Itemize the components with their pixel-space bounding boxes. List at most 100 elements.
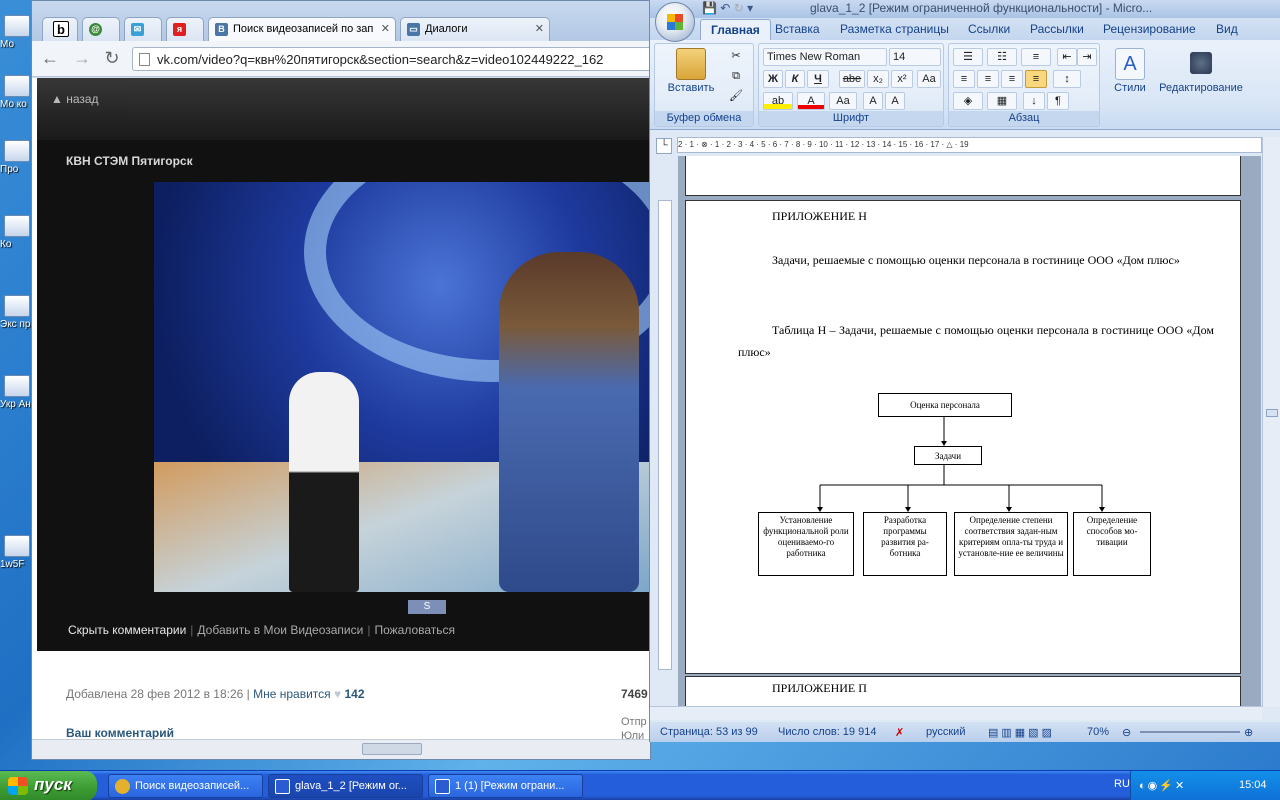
desktop-icon-2[interactable]: Мо ко [0, 75, 34, 110]
clear-format-button[interactable]: Aa [917, 70, 941, 88]
word-horizontal-scrollbar[interactable] [650, 706, 1262, 720]
language-indicator[interactable]: русский [926, 726, 965, 738]
taskbar-chrome[interactable]: Поиск видеозаписей... [108, 774, 263, 798]
zoom-out-icon[interactable]: ⊖ [1122, 726, 1131, 739]
add-to-videos-link[interactable]: Добавить в Мои Видеозаписи [197, 623, 363, 637]
office-button[interactable] [655, 2, 695, 42]
undo-icon[interactable]: ↶ [720, 1, 730, 15]
editing-button[interactable]: Редактирование [1154, 48, 1248, 94]
multilevel-icon[interactable]: ≡ [1021, 48, 1051, 66]
numbering-icon[interactable]: ☷ [987, 48, 1017, 66]
shrink-font-icon[interactable]: A [885, 92, 905, 110]
tab-page-layout[interactable]: Разметка страницы [840, 22, 949, 36]
borders-icon[interactable]: ▦ [987, 92, 1017, 110]
underline-button[interactable]: Ч [807, 70, 829, 88]
paste-button[interactable]: Вставить [661, 48, 721, 94]
desktop-icon-4[interactable]: Ко [0, 215, 34, 250]
tab-view[interactable]: Вид [1216, 22, 1238, 36]
desktop-icon-6[interactable]: Укр Ана [0, 375, 34, 410]
vertical-ruler[interactable] [658, 200, 672, 670]
view-buttons[interactable]: ▤▥▦▧▨ [988, 726, 1055, 739]
horizontal-ruler[interactable]: 2 · 1 · ⊗ · 1 · 2 · 3 · 4 · 5 · 6 · 7 · … [677, 137, 1262, 153]
tab-3[interactable]: ✉ [124, 17, 162, 41]
paragraph-group: ☰ ☷ ≡ ⇤ ⇥ ≡ ≡ ≡ ≡ ↕ ◈ ▦ ↓ ¶ Абзац [948, 43, 1100, 127]
zoom-level[interactable]: 70% [1087, 726, 1109, 738]
video-actions: Скрыть комментарии | Добавить в Мои Видеоз… [68, 623, 456, 637]
tab-yandex[interactable]: я [166, 17, 204, 41]
tab-review[interactable]: Рецензирование [1103, 22, 1196, 36]
start-button[interactable]: пуск [0, 771, 97, 800]
back-arrow-icon[interactable]: ← [38, 47, 62, 71]
horizontal-scrollbar[interactable] [32, 739, 650, 759]
document-area[interactable]: ПРИЛОЖЕНИЕ Н Задачи, решаемые с помощью … [678, 156, 1261, 706]
desktop-icon-1[interactable]: Мо [0, 15, 34, 50]
scroll-thumb[interactable] [362, 743, 422, 755]
tab-insert[interactable]: Вставка [775, 22, 820, 36]
tab-video-search[interactable]: B Поиск видеозаписей по зап ✕ [208, 17, 396, 41]
grow-font-icon[interactable]: A [863, 92, 883, 110]
qat-dropdown-icon[interactable]: ▾ [747, 1, 753, 15]
increase-indent-icon[interactable]: ⇥ [1077, 48, 1097, 66]
strikethrough-button[interactable]: abe [839, 70, 865, 88]
align-left-icon[interactable]: ≡ [953, 70, 975, 88]
line-spacing-icon[interactable]: ↕ [1053, 70, 1081, 88]
forward-arrow-icon[interactable]: → [70, 47, 94, 71]
justify-icon[interactable]: ≡ [1025, 70, 1047, 88]
close-tab-icon[interactable]: ✕ [535, 22, 544, 35]
copy-icon[interactable]: ⧉ [725, 68, 747, 86]
page-counter[interactable]: Страница: 53 из 99 [660, 726, 758, 738]
show-marks-icon[interactable]: ¶ [1047, 92, 1069, 110]
taskbar-word-1[interactable]: 1 (1) [Режим ограни... [428, 774, 583, 798]
address-bar[interactable]: vk.com/video?q=квн%20пятигорск&section=s… [132, 47, 650, 71]
font-color-icon[interactable]: A [797, 92, 825, 110]
highlight-icon[interactable]: ab [763, 92, 793, 110]
heart-icon[interactable]: ♥ [334, 687, 341, 701]
desktop-icon-5[interactable]: Экс пред [0, 295, 34, 330]
font-name-select[interactable]: Times New Roman [763, 48, 887, 66]
tab-references[interactable]: Ссылки [968, 22, 1010, 36]
tab-mailings[interactable]: Рассылки [1030, 22, 1084, 36]
tab-b[interactable]: b [42, 17, 78, 41]
save-icon[interactable]: 💾 [702, 1, 717, 15]
word-count[interactable]: Число слов: 19 914 [778, 726, 876, 738]
vertical-scrollbar[interactable] [1262, 137, 1280, 707]
styles-button[interactable]: A Стили [1108, 48, 1152, 94]
taskbar-word-glava[interactable]: glava_1_2 [Режим ог... [268, 774, 423, 798]
format-painter-icon[interactable]: 🖌 [725, 88, 747, 106]
tab-home[interactable]: Главная [700, 19, 771, 40]
zoom-slider[interactable] [1140, 731, 1240, 733]
shading-icon[interactable]: ◈ [953, 92, 983, 110]
desktop-icon-3[interactable]: Про [0, 140, 34, 175]
desktop-icon-7[interactable]: 1w5F [0, 535, 34, 570]
language-bar[interactable]: RU [1114, 778, 1130, 790]
like-link[interactable]: Мне нравится [253, 687, 331, 701]
reload-icon[interactable]: ↻ [100, 47, 124, 71]
cut-icon[interactable]: ✂ [725, 48, 747, 66]
change-case-icon[interactable]: Aa [829, 92, 857, 110]
back-link[interactable]: ▲ назад [51, 92, 99, 106]
tab-selector-icon[interactable]: └ [656, 138, 672, 154]
vscroll-thumb[interactable] [1266, 409, 1278, 417]
report-link[interactable]: Пожаловаться [374, 623, 455, 637]
align-right-icon[interactable]: ≡ [1001, 70, 1023, 88]
bullets-icon[interactable]: ☰ [953, 48, 983, 66]
redo-icon[interactable]: ↻ [734, 1, 744, 15]
hide-comments-link[interactable]: Скрыть комментарии [68, 623, 186, 637]
bold-button[interactable]: Ж [763, 70, 783, 88]
video-player[interactable] [154, 182, 650, 592]
subscript-button[interactable]: x₂ [867, 70, 889, 88]
overlay-header: ▲ назад [37, 78, 650, 140]
close-tab-icon[interactable]: ✕ [381, 22, 390, 35]
zoom-in-icon[interactable]: ⊕ [1244, 726, 1253, 739]
superscript-button[interactable]: x² [891, 70, 913, 88]
quality-button[interactable]: S [408, 600, 446, 614]
align-center-icon[interactable]: ≡ [977, 70, 999, 88]
sort-icon[interactable]: ↓ [1023, 92, 1045, 110]
tray-icons[interactable]: ◐◉⚡✕ [1139, 779, 1186, 792]
italic-button[interactable]: К [785, 70, 805, 88]
proofing-icon[interactable]: ✗ [895, 726, 904, 739]
tab-dialogs[interactable]: ▭ Диалоги ✕ [400, 17, 550, 41]
font-size-select[interactable]: 14 [889, 48, 941, 66]
decrease-indent-icon[interactable]: ⇤ [1057, 48, 1077, 66]
tab-2[interactable]: @ [82, 17, 120, 41]
